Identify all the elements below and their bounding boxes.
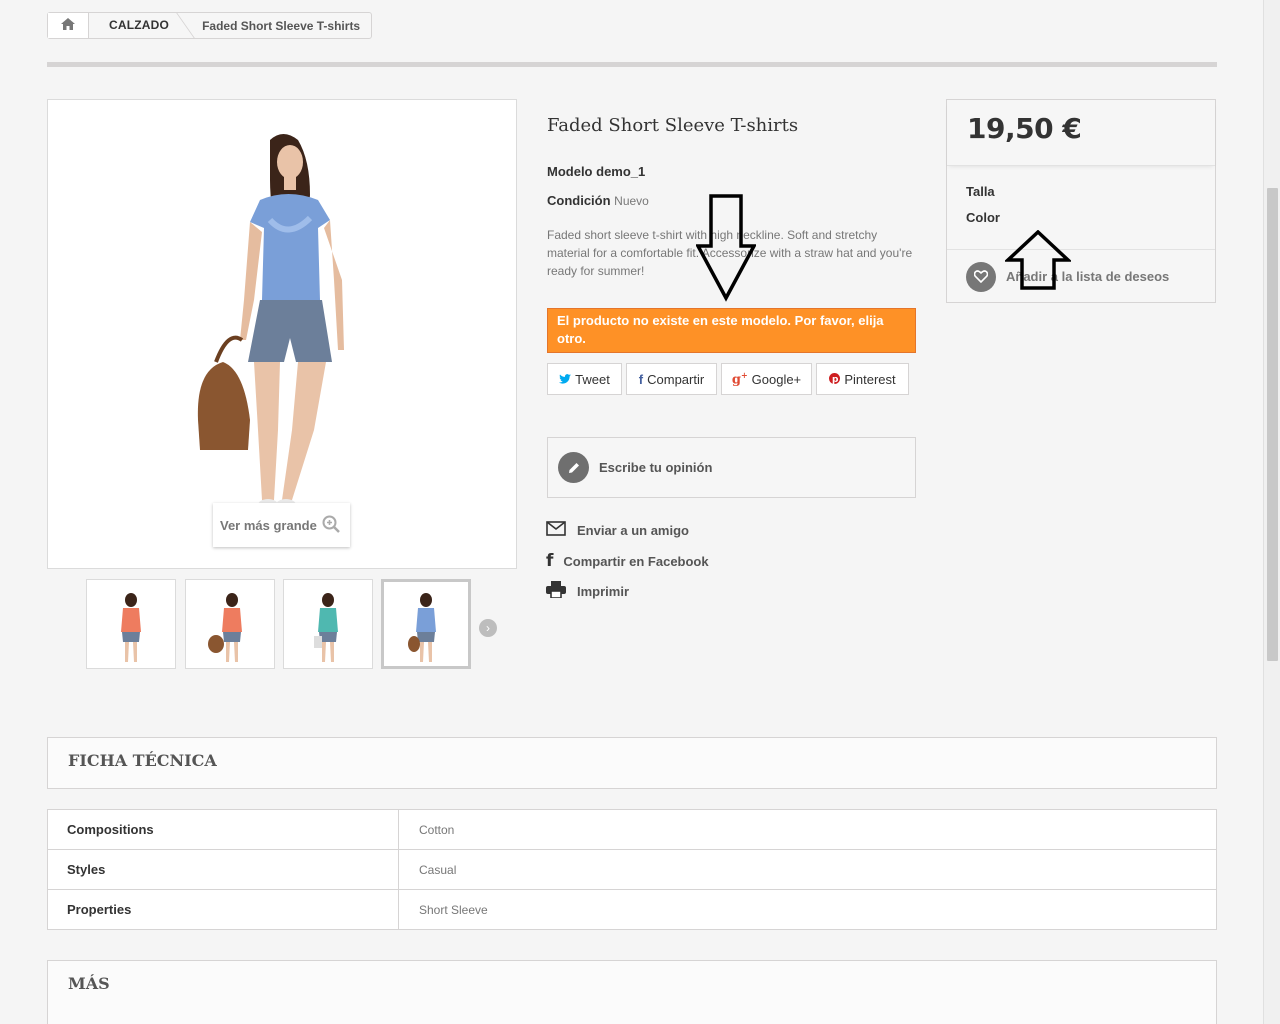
product-thumbnail[interactable]	[283, 579, 373, 669]
send-to-friend-label: Enviar a un amigo	[577, 522, 689, 538]
condition-label: Condición	[547, 193, 611, 208]
color-attribute-label: Color	[966, 210, 1000, 225]
tweet-button[interactable]: Tweet	[547, 363, 622, 395]
table-row: Styles Casual	[47, 849, 1217, 890]
datasheet-key: Styles	[47, 849, 399, 890]
product-condition: Condición Nuevo	[547, 193, 649, 208]
datasheet-key: Properties	[47, 889, 399, 930]
breadcrumb-category[interactable]: CALZADO	[89, 13, 185, 38]
write-review-button[interactable]: Escribe tu opinión	[547, 437, 916, 498]
write-review-label: Escribe tu opinión	[599, 460, 713, 475]
pinterest-label: Pinterest	[844, 371, 896, 387]
home-icon	[61, 18, 75, 33]
google-plus-button[interactable]: g+ Google+	[721, 363, 812, 395]
scrollbar[interactable]	[1263, 0, 1280, 1024]
google-plus-label: Google+	[751, 371, 802, 387]
facebook-icon: f	[546, 551, 554, 571]
datasheet-key: Compositions	[47, 809, 399, 850]
envelope-icon	[546, 521, 566, 539]
share-facebook-label: Compartir en Facebook	[563, 553, 709, 569]
datasheet-value: Short Sleeve	[398, 889, 1217, 930]
datasheet-value: Casual	[398, 849, 1217, 890]
pinterest-icon: p	[829, 372, 841, 387]
share-facebook-link[interactable]: f Compartir en Facebook	[546, 551, 709, 571]
breadcrumb-home[interactable]	[48, 13, 89, 38]
price-area: 19,50 €	[947, 100, 1215, 166]
product-main-image[interactable]	[47, 99, 517, 569]
arrow-down-annotation	[696, 194, 756, 302]
chevron-right-icon: ›	[486, 621, 490, 635]
print-link[interactable]: Imprimir	[546, 581, 629, 601]
view-larger-label: Ver más grande	[220, 517, 317, 533]
condition-value: Nuevo	[614, 194, 649, 208]
heart-icon	[966, 261, 996, 292]
product-reference: Modelo demo_1	[547, 164, 645, 179]
print-label: Imprimir	[577, 583, 630, 599]
table-row: Properties Short Sleeve	[47, 889, 1217, 930]
add-to-wishlist-button[interactable]: Añadir a la lista de deseos	[947, 249, 1215, 303]
product-thumbnail[interactable]	[86, 579, 176, 669]
printer-icon	[546, 581, 566, 601]
pencil-icon	[558, 452, 589, 483]
size-attribute-label: Talla	[966, 184, 995, 199]
google-plus-icon: g+	[731, 370, 748, 388]
zoom-in-icon	[322, 515, 340, 536]
product-thumbnail-selected[interactable]	[381, 579, 471, 669]
datasheet-table: Compositions Cotton Styles Casual Proper…	[47, 809, 1217, 930]
buy-box: 19,50 € Talla Color Añadir a la lista de…	[946, 99, 1216, 303]
product-thumbnail[interactable]	[185, 579, 275, 669]
product-title: Faded Short Sleeve T-shirts	[547, 115, 799, 136]
reference-label: Modelo	[547, 164, 593, 179]
breadcrumb: CALZADO Faded Short Sleeve T-shirts	[47, 12, 373, 39]
facebook-icon: f	[638, 371, 644, 387]
product-price: 19,50 €	[967, 112, 1082, 145]
table-row: Compositions Cotton	[47, 809, 1217, 850]
tweet-label: Tweet	[575, 371, 610, 387]
send-to-friend-link[interactable]: Enviar a un amigo	[546, 521, 689, 539]
datasheet-value: Cotton	[398, 809, 1217, 850]
twitter-icon	[559, 372, 572, 387]
facebook-share-label: Compartir	[647, 371, 705, 387]
pinterest-button[interactable]: p Pinterest	[816, 363, 909, 395]
arrow-up-annotation	[1005, 230, 1071, 290]
svg-text:p: p	[832, 375, 839, 384]
thumbnail-next-button[interactable]: ›	[479, 619, 497, 637]
scrollbar-thumb[interactable]	[1267, 188, 1278, 661]
divider	[47, 62, 1217, 67]
reference-value: demo_1	[596, 164, 646, 179]
breadcrumb-current: Faded Short Sleeve T-shirts	[202, 18, 361, 33]
product-photo	[197, 134, 344, 511]
more-heading: MÁS	[47, 960, 1217, 1024]
datasheet-heading: FICHA TÉCNICA	[47, 737, 1217, 789]
availability-warning: El producto no existe en este modelo. Po…	[547, 308, 916, 353]
view-larger-button[interactable]: Ver más grande	[213, 503, 350, 547]
facebook-share-button[interactable]: f Compartir	[626, 363, 717, 395]
